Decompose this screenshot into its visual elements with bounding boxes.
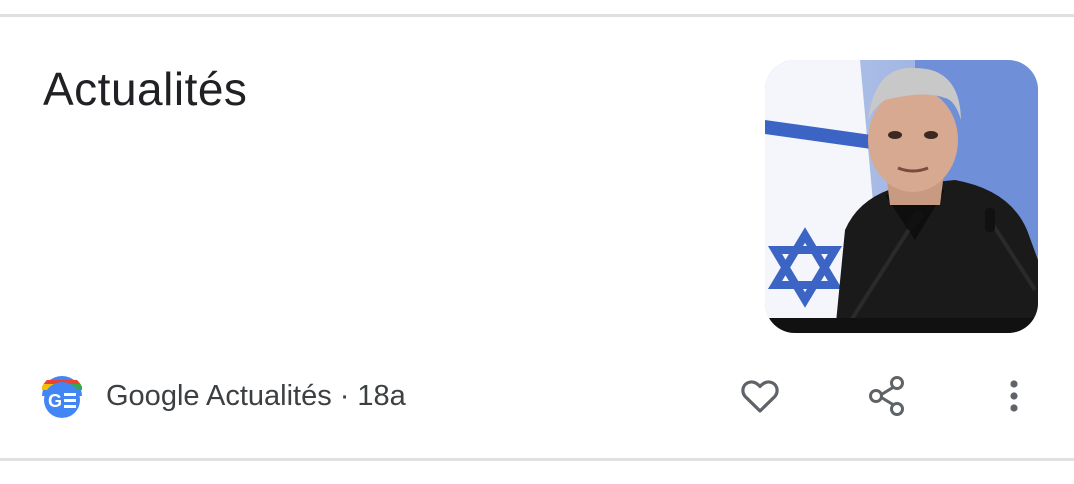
bottom-divider [0,458,1074,461]
news-card[interactable]: Actualités G Google Actualités · 18a [0,0,1074,458]
article-age: 18a [357,379,406,412]
photo-image [765,60,1038,333]
more-vert-icon [1010,380,1018,412]
like-button[interactable] [738,374,782,418]
meta-separator: · [339,379,350,412]
share-button[interactable] [865,374,909,418]
google-news-icon: G [42,376,82,418]
share-icon [869,376,904,416]
source-name[interactable]: Google Actualités [106,380,332,412]
svg-text:G: G [48,391,62,411]
source-row: G Google Actualités · 18a [40,374,406,418]
heart-icon [741,380,779,413]
more-options-button[interactable] [992,374,1036,418]
card-title: Actualités [43,63,248,115]
source-info: Google Actualités · 18a [106,380,406,413]
news-photo-thumbnail[interactable] [765,60,1038,333]
